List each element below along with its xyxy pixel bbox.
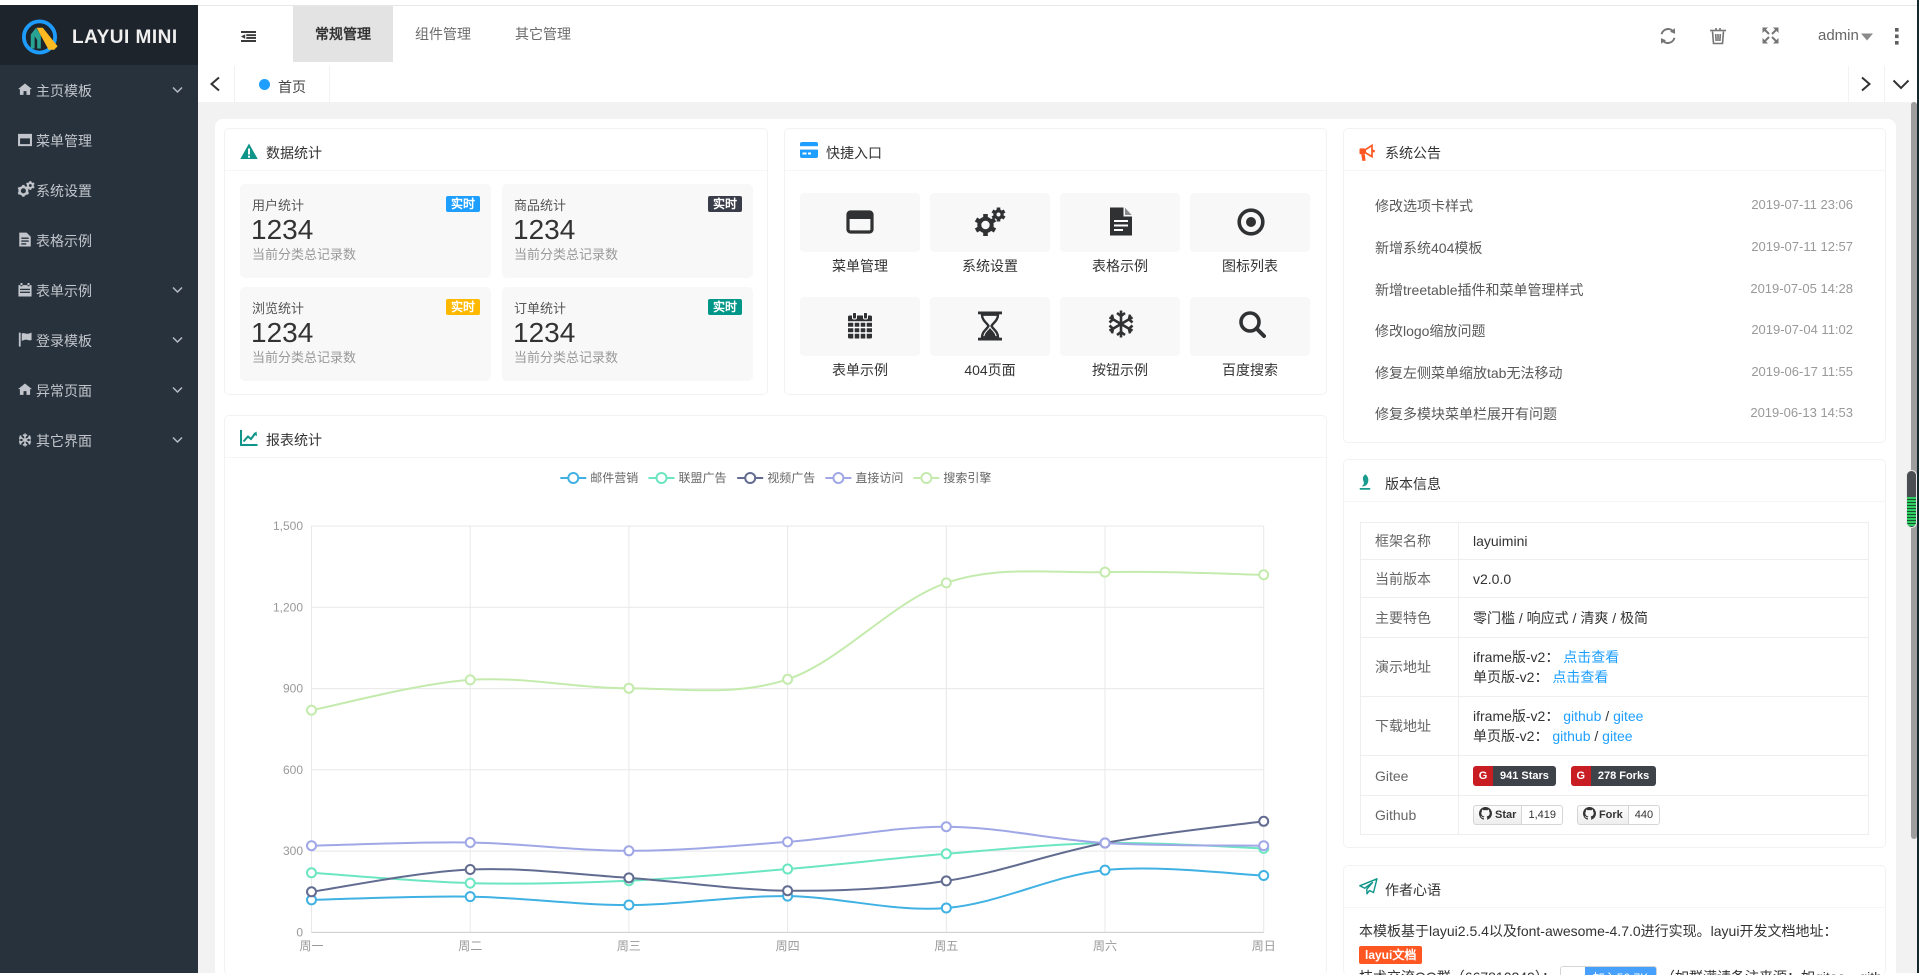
svg-text:300: 300 [283,844,303,858]
svg-text:周日: 周日 [1252,939,1276,953]
svg-text:直接访问: 直接访问 [855,470,903,485]
svg-text:1,200: 1,200 [273,600,303,614]
svg-text:联盟广告: 联盟广告 [679,471,727,485]
svg-text:周四: 周四 [776,939,800,953]
svg-text:周二: 周二 [458,939,482,953]
svg-text:周六: 周六 [1093,939,1117,953]
svg-text:1,500: 1,500 [273,519,303,533]
svg-text:600: 600 [283,763,303,777]
svg-text:周一: 周一 [299,939,323,953]
svg-text:视频广告: 视频广告 [767,470,815,485]
svg-text:邮件营销: 邮件营销 [590,471,638,485]
svg-text:周三: 周三 [617,939,641,953]
svg-text:搜索引擎: 搜索引擎 [943,470,991,485]
svg-text:周五: 周五 [934,939,958,953]
svg-text:0: 0 [296,925,303,939]
svg-text:900: 900 [283,682,303,696]
